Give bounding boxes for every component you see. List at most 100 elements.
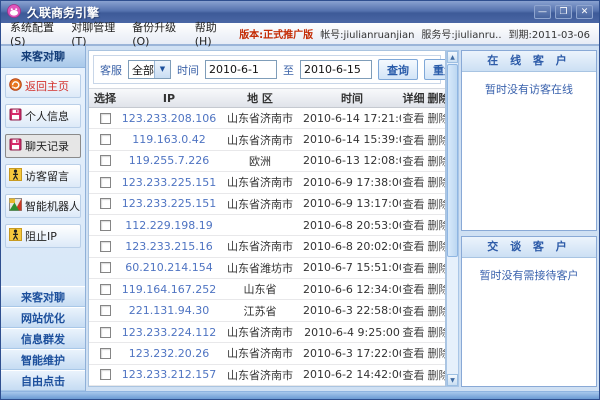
row-region: 山东省济南市 bbox=[217, 345, 303, 361]
row-detail-link[interactable]: 查看 bbox=[401, 238, 426, 254]
sidebar-item-visitor-message[interactable]: 访客留言 bbox=[5, 164, 81, 188]
row-ip-link[interactable]: 119.255.7.226 bbox=[121, 154, 217, 167]
row-detail-link[interactable]: 查看 bbox=[401, 196, 426, 212]
table-row: 112.229.198.19 2010-6-8 20:53:00 查看 删除 bbox=[89, 215, 446, 236]
maximize-button[interactable]: ❐ bbox=[555, 5, 572, 19]
vertical-scrollbar[interactable]: ▲ ▼ bbox=[446, 50, 459, 387]
row-region: 山东省济南市 bbox=[217, 196, 303, 212]
row-region: 江苏省 bbox=[217, 303, 303, 319]
row-ip-link[interactable]: 123.233.212.157 bbox=[121, 368, 217, 381]
scroll-up-icon[interactable]: ▲ bbox=[447, 51, 458, 63]
row-select-cell bbox=[89, 284, 121, 295]
row-select-cell bbox=[89, 262, 121, 273]
date-from-input[interactable] bbox=[205, 60, 277, 79]
row-checkbox[interactable] bbox=[100, 327, 111, 338]
row-delete-link[interactable]: 删除 bbox=[426, 132, 446, 148]
row-ip-link[interactable]: 123.233.225.151 bbox=[121, 176, 217, 189]
row-delete-link[interactable]: 删除 bbox=[426, 174, 446, 190]
row-select-cell bbox=[89, 348, 121, 359]
menu-help[interactable]: 帮助(H) bbox=[195, 19, 226, 48]
row-ip-link[interactable]: 112.229.198.19 bbox=[121, 219, 217, 232]
row-checkbox[interactable] bbox=[100, 177, 111, 188]
row-checkbox[interactable] bbox=[100, 348, 111, 359]
row-checkbox[interactable] bbox=[100, 262, 111, 273]
row-ip-link[interactable]: 119.163.0.42 bbox=[121, 133, 217, 146]
scrollbar-track[interactable] bbox=[447, 63, 458, 374]
table-body: 123.233.208.106 山东省济南市 2010-6-14 17:21:0… bbox=[89, 108, 445, 386]
menu-system-config[interactable]: 系统配置(S) bbox=[10, 19, 58, 48]
row-detail-link[interactable]: 查看 bbox=[401, 174, 426, 190]
menu-backup-upgrade[interactable]: 备份升级(O) bbox=[132, 19, 182, 48]
row-detail-link[interactable]: 查看 bbox=[401, 345, 426, 361]
menu-chat-manage[interactable]: 对聊管理(T) bbox=[71, 19, 119, 48]
query-button[interactable]: 查询 bbox=[378, 59, 418, 80]
row-checkbox[interactable] bbox=[100, 305, 111, 316]
sidebar-item-personal-info[interactable]: 个人信息 bbox=[5, 104, 81, 128]
row-delete-link[interactable]: 删除 bbox=[426, 110, 446, 126]
row-delete-link[interactable]: 删除 bbox=[426, 324, 446, 340]
date-to-input[interactable] bbox=[300, 60, 372, 79]
row-detail-link[interactable]: 查看 bbox=[401, 260, 426, 276]
row-delete-link[interactable]: 删除 bbox=[426, 303, 446, 319]
row-delete-link[interactable]: 删除 bbox=[426, 196, 446, 212]
scroll-down-icon[interactable]: ▼ bbox=[447, 374, 458, 386]
row-checkbox[interactable] bbox=[100, 369, 111, 380]
table-header: 选择 IP 地 区 时间 详细 删除 bbox=[89, 88, 445, 108]
row-ip-link[interactable]: 221.131.94.30 bbox=[121, 304, 217, 317]
row-time: 2010-6-2 14:42:00 bbox=[303, 368, 401, 381]
sidebar-item-smart-robot[interactable]: 智能机器人 bbox=[5, 194, 81, 218]
row-ip-link[interactable]: 123.233.208.106 bbox=[121, 112, 217, 125]
row-checkbox[interactable] bbox=[100, 155, 111, 166]
row-detail-link[interactable]: 查看 bbox=[401, 303, 426, 319]
row-checkbox[interactable] bbox=[100, 284, 111, 295]
row-select-cell bbox=[89, 241, 121, 252]
sidebar-nav-site-optimize[interactable]: 网站优化 bbox=[1, 307, 85, 328]
row-detail-link[interactable]: 查看 bbox=[401, 132, 426, 148]
sidebar-nav-message-broadcast[interactable]: 信息群发 bbox=[1, 328, 85, 349]
row-checkbox[interactable] bbox=[100, 134, 111, 145]
app-window: 久联商务引擎 — ❐ ✕ 系统配置(S) 对聊管理(T) 备份升级(O) 帮助(… bbox=[0, 0, 600, 400]
row-detail-link[interactable]: 查看 bbox=[401, 153, 426, 169]
row-detail-link[interactable]: 查看 bbox=[401, 324, 426, 340]
sidebar-nav-smart-maintain[interactable]: 智能维护 bbox=[1, 349, 85, 370]
row-delete-link[interactable]: 删除 bbox=[426, 217, 446, 233]
row-delete-link[interactable]: 删除 bbox=[426, 281, 446, 297]
reset-button[interactable]: 重置 bbox=[424, 59, 446, 80]
row-checkbox[interactable] bbox=[100, 113, 111, 124]
sidebar-item-chat-history[interactable]: 聊天记录 bbox=[5, 134, 81, 158]
close-button[interactable]: ✕ bbox=[576, 5, 593, 19]
row-detail-link[interactable]: 查看 bbox=[401, 367, 426, 383]
minimize-button[interactable]: — bbox=[534, 5, 551, 19]
row-ip-link[interactable]: 123.233.215.16 bbox=[121, 240, 217, 253]
row-ip-link[interactable]: 123.233.224.112 bbox=[121, 326, 217, 339]
row-detail-link[interactable]: 查看 bbox=[401, 281, 426, 297]
row-delete-link[interactable]: 删除 bbox=[426, 153, 446, 169]
row-delete-link[interactable]: 删除 bbox=[426, 367, 446, 383]
header-detail: 详细 bbox=[401, 90, 426, 106]
row-ip-link[interactable]: 123.233.225.151 bbox=[121, 197, 217, 210]
row-ip-link[interactable]: 119.164.167.252 bbox=[121, 283, 217, 296]
row-checkbox[interactable] bbox=[100, 241, 111, 252]
row-delete-link[interactable]: 删除 bbox=[426, 260, 446, 276]
row-detail-link[interactable]: 查看 bbox=[401, 217, 426, 233]
window-title: 久联商务引擎 bbox=[27, 4, 99, 21]
row-detail-link[interactable]: 查看 bbox=[401, 110, 426, 126]
menubar: 系统配置(S) 对聊管理(T) 备份升级(O) 帮助(H) 版本:正式推广版 帐… bbox=[1, 23, 599, 46]
expire-label: 到期:2011-03-06 bbox=[509, 26, 590, 41]
online-customers-empty-text: 暂时没有访客在线 bbox=[462, 72, 596, 97]
sidebar-nav-free-click[interactable]: 自由点击 bbox=[1, 370, 85, 391]
row-time: 2010-6-7 15:51:00 bbox=[303, 261, 401, 274]
scrollbar-thumb[interactable] bbox=[447, 64, 458, 257]
sidebar-item-block-ip[interactable]: 阻止IP bbox=[5, 224, 81, 248]
row-time: 2010-6-8 20:02:00 bbox=[303, 240, 401, 253]
row-ip-link[interactable]: 123.232.20.26 bbox=[121, 347, 217, 360]
row-delete-link[interactable]: 删除 bbox=[426, 238, 446, 254]
row-ip-link[interactable]: 60.210.214.154 bbox=[121, 261, 217, 274]
row-delete-link[interactable]: 删除 bbox=[426, 345, 446, 361]
agent-select[interactable]: 全部 ▼ bbox=[128, 60, 171, 79]
row-checkbox[interactable] bbox=[100, 220, 111, 231]
row-checkbox[interactable] bbox=[100, 198, 111, 209]
sidebar-nav-visitor-chat[interactable]: 来客对聊 bbox=[1, 286, 85, 307]
sidebar-item-return-home[interactable]: 返回主页 bbox=[5, 74, 81, 98]
row-region: 山东省 bbox=[217, 281, 303, 297]
